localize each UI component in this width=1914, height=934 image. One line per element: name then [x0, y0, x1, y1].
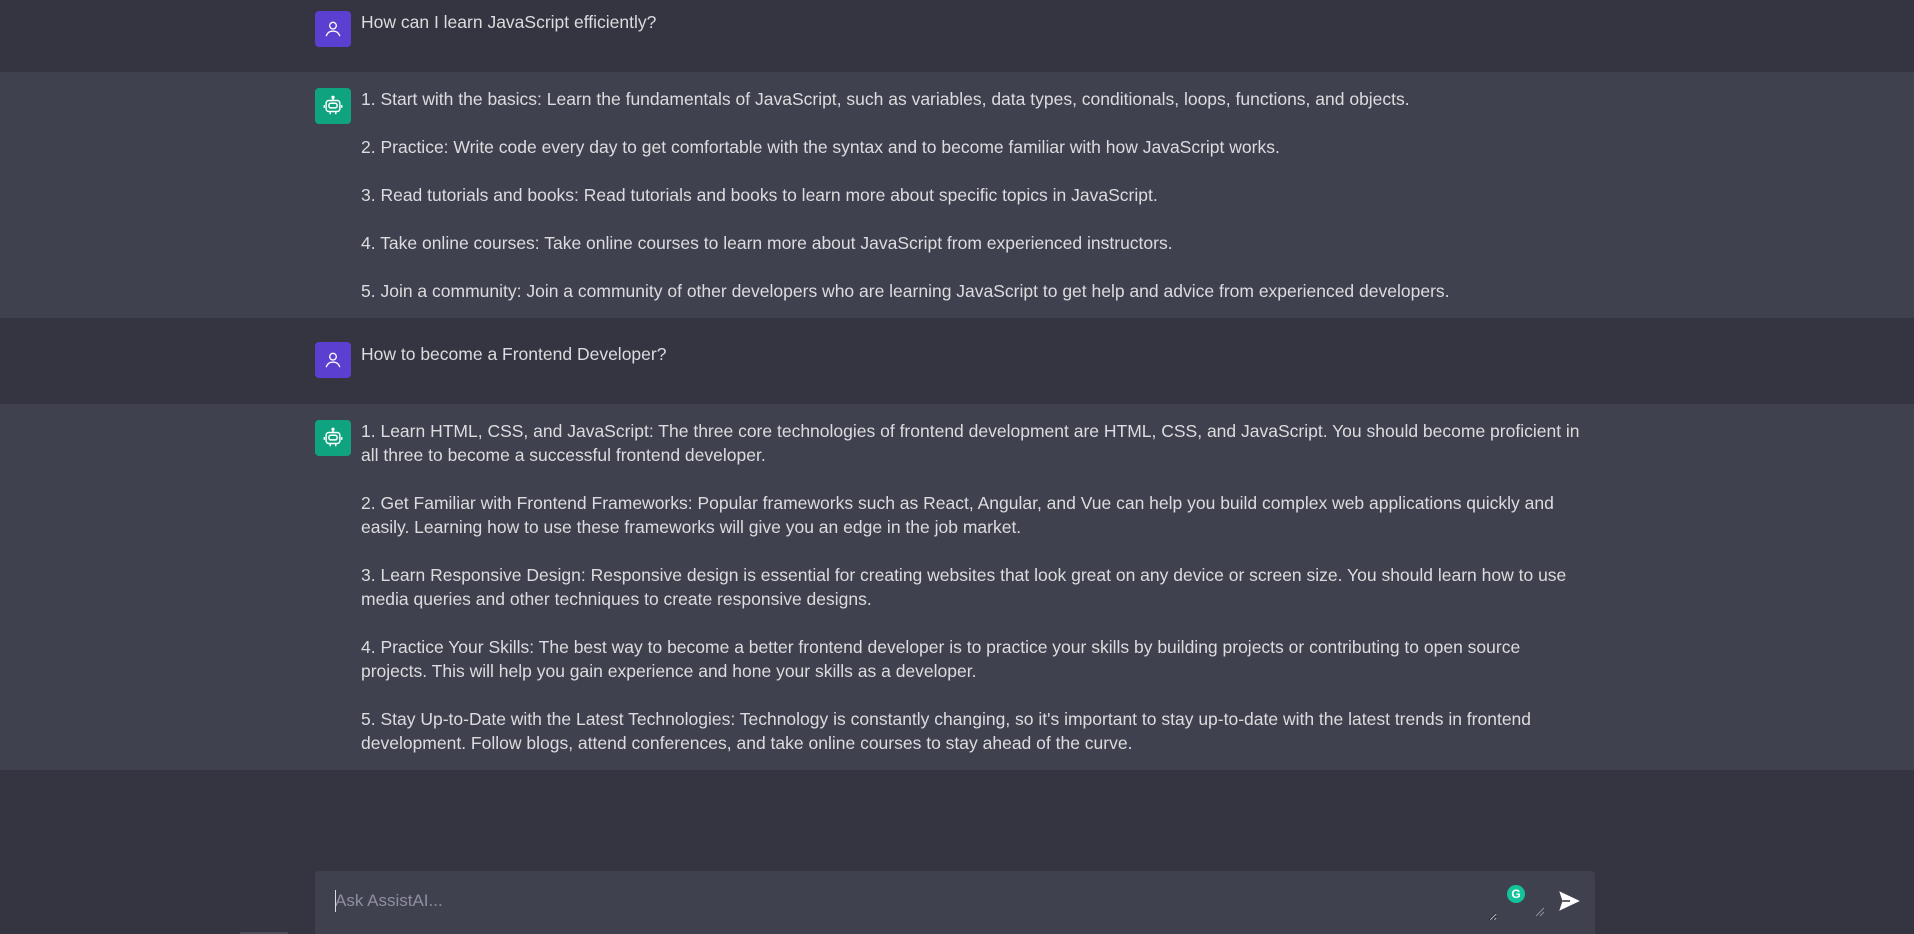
- send-icon: [1559, 891, 1580, 911]
- user-icon: [325, 352, 341, 368]
- answer-paragraph: 5. Stay Up-to-Date with the Latest Techn…: [361, 709, 1532, 753]
- robot-icon: [323, 427, 343, 447]
- user-message-text: How to become a Frontend Developer?: [361, 344, 667, 364]
- user-message: How to become a Frontend Developer?: [0, 318, 1914, 404]
- answer-paragraph: 4. Practice Your Skills: The best way to…: [361, 637, 1521, 681]
- user-message: How can I learn JavaScript efficiently?: [0, 0, 1914, 72]
- answer-paragraph: 2. Practice: Write code every day to get…: [361, 137, 1280, 157]
- answer-paragraph: 2. Get Familiar with Frontend Frameworks…: [361, 493, 1554, 537]
- bot-message-text: 1. Start with the basics: Learn the fund…: [361, 87, 1581, 303]
- answer-paragraph: 1. Learn HTML, CSS, and JavaScript: The …: [361, 421, 1580, 465]
- text-caret: [335, 890, 336, 912]
- grammarly-icon[interactable]: G: [1507, 885, 1525, 903]
- prompt-composer: G: [315, 871, 1595, 934]
- bot-message: 1. Start with the basics: Learn the fund…: [0, 72, 1914, 318]
- user-avatar: [315, 342, 351, 378]
- user-avatar: [315, 11, 351, 47]
- answer-paragraph: 3. Read tutorials and books: Read tutori…: [361, 185, 1158, 205]
- bot-avatar: [315, 420, 351, 456]
- answer-paragraph: 5. Join a community: Join a community of…: [361, 281, 1450, 301]
- resize-handle-icon[interactable]: [1535, 907, 1545, 917]
- answer-paragraph: 1. Start with the basics: Learn the fund…: [361, 89, 1410, 109]
- bot-avatar: [315, 88, 351, 124]
- bot-message-text: 1. Learn HTML, CSS, and JavaScript: The …: [361, 419, 1581, 755]
- answer-paragraph: 3. Learn Responsive Design: Responsive d…: [361, 565, 1567, 609]
- answer-paragraph: 4. Take online courses: Take online cour…: [361, 233, 1173, 253]
- prompt-input[interactable]: [333, 889, 1497, 921]
- chat-app: How can I learn JavaScript efficiently? …: [0, 0, 1914, 934]
- user-message-text: How can I learn JavaScript efficiently?: [361, 12, 657, 32]
- user-icon: [325, 21, 341, 37]
- robot-icon: [323, 95, 343, 115]
- bot-message: 1. Learn HTML, CSS, and JavaScript: The …: [0, 404, 1914, 770]
- send-button[interactable]: [1553, 885, 1585, 917]
